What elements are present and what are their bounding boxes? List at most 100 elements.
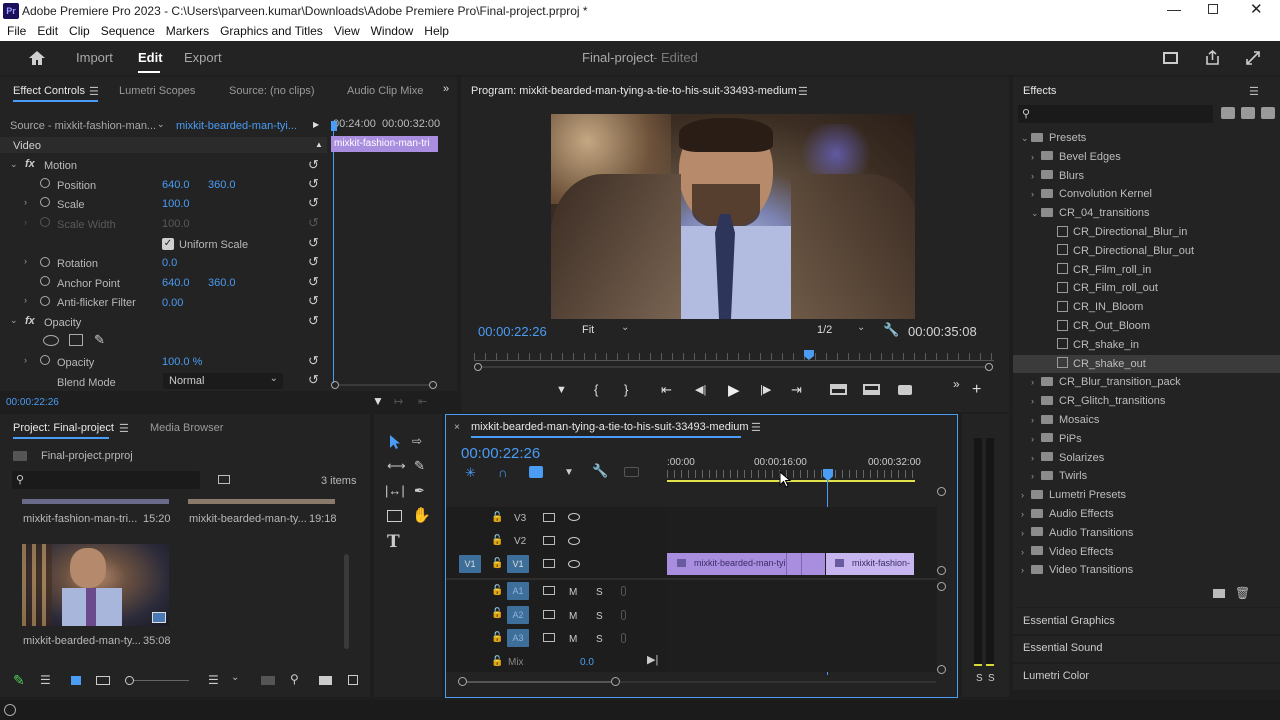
- step-forward-icon[interactable]: |▶: [760, 383, 771, 396]
- timeline-zoom-bar[interactable]: [467, 681, 611, 683]
- track-a3[interactable]: A3: [507, 629, 529, 647]
- lock-icon[interactable]: 🔓: [491, 632, 503, 643]
- sort-icon[interactable]: ☰: [208, 673, 219, 687]
- menu-view[interactable]: View: [334, 24, 360, 38]
- reset-icon[interactable]: ↺: [308, 254, 319, 270]
- more-controls-icon[interactable]: »: [953, 377, 960, 391]
- effect-folder-item[interactable]: › Video Effects: [1013, 543, 1280, 562]
- essential-sound-section[interactable]: Essential Sound: [1013, 636, 1280, 662]
- share-icon[interactable]: [1204, 49, 1221, 66]
- mix-pan-icon[interactable]: ▶|: [647, 653, 658, 666]
- lock-icon[interactable]: 🔓: [491, 512, 503, 523]
- tab-media-browser[interactable]: Media Browser: [150, 422, 223, 434]
- program-scrub-end-handle[interactable]: [985, 363, 993, 371]
- chevron-right-icon[interactable]: ›: [1031, 467, 1041, 486]
- tab-source[interactable]: Source: (no clips): [229, 85, 315, 97]
- workspace-tab-import[interactable]: Import: [76, 50, 113, 65]
- effect-folder-item[interactable]: › Solarizes: [1013, 449, 1280, 468]
- fullscreen-icon[interactable]: [1245, 50, 1261, 66]
- stopwatch-icon[interactable]: [40, 276, 50, 286]
- source-patch-v1[interactable]: V1: [459, 555, 481, 573]
- timeline-clip-bearded[interactable]: mixkit-bearded-man-tyi: [667, 553, 825, 575]
- close-sequence-icon[interactable]: ×: [454, 422, 460, 433]
- effect-preset-item[interactable]: CR_IN_Bloom: [1013, 298, 1280, 317]
- effects-title[interactable]: Effects: [1023, 85, 1056, 97]
- filter-icon[interactable]: ▼: [372, 394, 384, 408]
- chevron-right-icon[interactable]: ›: [1031, 167, 1041, 186]
- reset-icon[interactable]: ↺: [308, 353, 319, 369]
- position-x[interactable]: 640.0: [162, 179, 190, 191]
- rectangle-tool-icon[interactable]: [387, 510, 402, 522]
- lift-icon[interactable]: [830, 384, 847, 395]
- type-tool-icon[interactable]: T: [387, 532, 400, 552]
- ec-zoom-track[interactable]: [339, 384, 429, 386]
- track-a2[interactable]: A2: [507, 606, 529, 624]
- chevron-right-icon[interactable]: ›: [1031, 392, 1041, 411]
- zoom-slider-track[interactable]: [134, 680, 189, 681]
- panel-menu-icon[interactable]: ☰: [798, 85, 808, 98]
- chevron-right-icon[interactable]: ›: [1021, 561, 1031, 580]
- chevron-right-icon[interactable]: ›: [1031, 148, 1041, 167]
- opacity-value[interactable]: 100.0 %: [162, 356, 202, 368]
- mic-icon[interactable]: [621, 633, 626, 643]
- tab-audio-clip-mixer[interactable]: Audio Clip Mixe: [347, 85, 423, 97]
- scroll-handle-icon[interactable]: [937, 582, 946, 591]
- find-icon[interactable]: ⚲: [290, 672, 299, 686]
- antiflicker-value[interactable]: 0.00: [162, 297, 183, 309]
- reset-icon[interactable]: ↺: [308, 274, 319, 290]
- lock-icon[interactable]: 🔓: [491, 656, 503, 667]
- anchor-x[interactable]: 640.0: [162, 277, 190, 289]
- effect-preset-item[interactable]: CR_Film_roll_in: [1013, 261, 1280, 280]
- menu-graphics[interactable]: Graphics and Titles: [220, 24, 323, 38]
- thumbnail-partial-2[interactable]: [188, 499, 335, 504]
- chevron-down-icon[interactable]: ⌄: [10, 315, 18, 326]
- nest-icon[interactable]: ✳: [465, 465, 476, 481]
- timeline-zoom-left-handle[interactable]: [458, 677, 467, 686]
- tab-project[interactable]: Project: Final-project: [13, 422, 114, 434]
- sync-lock-icon[interactable]: [543, 633, 555, 642]
- eye-icon[interactable]: [568, 560, 580, 568]
- track-a1[interactable]: A1: [507, 582, 529, 600]
- add-marker-icon[interactable]: ▼: [556, 384, 567, 396]
- reset-icon[interactable]: ↺: [308, 176, 319, 192]
- chevron-down-icon[interactable]: ⌄: [1021, 129, 1031, 148]
- new-item-icon[interactable]: [348, 675, 358, 685]
- lock-icon[interactable]: 🔓: [491, 585, 503, 596]
- track-v2[interactable]: V2: [514, 536, 526, 547]
- mic-icon[interactable]: [621, 586, 626, 596]
- scroll-handle-icon[interactable]: [937, 665, 946, 674]
- lumetri-color-section[interactable]: Lumetri Color: [1013, 664, 1280, 690]
- scroll-handle-icon[interactable]: [937, 487, 946, 496]
- program-scrub-bar[interactable]: [482, 366, 985, 368]
- track-select-icon[interactable]: ⇨: [412, 434, 422, 448]
- mic-icon[interactable]: [621, 610, 626, 620]
- button-editor-icon[interactable]: +: [972, 381, 981, 399]
- settings-wrench-icon[interactable]: 🔧: [883, 322, 899, 338]
- ec-clip-bar[interactable]: mixkit-fashion-man-tri: [331, 136, 438, 152]
- timeline-timecode[interactable]: 00:00:22:26: [461, 445, 540, 462]
- 32bit-effects-icon[interactable]: [1241, 107, 1255, 119]
- tab-effect-controls[interactable]: Effect Controls: [13, 85, 85, 97]
- effect-folder-item[interactable]: › Audio Effects: [1013, 505, 1280, 524]
- effect-folder-item[interactable]: › Blurs: [1013, 167, 1280, 186]
- panel-menu-icon[interactable]: ☰: [119, 422, 129, 435]
- home-icon[interactable]: [28, 50, 46, 66]
- chevron-down-icon[interactable]: ⌄: [10, 159, 18, 170]
- sync-lock-icon[interactable]: [543, 610, 555, 619]
- timeline-ruler[interactable]: [667, 470, 915, 478]
- mute-a2[interactable]: M: [569, 611, 577, 622]
- hand-icon[interactable]: ✋: [412, 506, 431, 524]
- sync-lock-icon[interactable]: [543, 536, 555, 545]
- track-v3[interactable]: V3: [514, 513, 526, 524]
- pen-mask-icon[interactable]: ✎: [94, 332, 105, 348]
- program-timecode[interactable]: 00:00:22:26: [478, 324, 547, 339]
- reset-icon[interactable]: ↺: [308, 293, 319, 309]
- add-marker-icon[interactable]: ▼: [564, 467, 574, 478]
- quality-select[interactable]: 1/2 ⌄: [811, 322, 871, 339]
- progress-icon[interactable]: [4, 704, 16, 716]
- ec-playhead[interactable]: [331, 121, 337, 131]
- menu-help[interactable]: Help: [424, 24, 449, 38]
- scroll-handle-icon[interactable]: [937, 566, 946, 575]
- zoom-slider-handle[interactable]: [125, 676, 134, 685]
- lock-icon[interactable]: 🔓: [491, 535, 503, 546]
